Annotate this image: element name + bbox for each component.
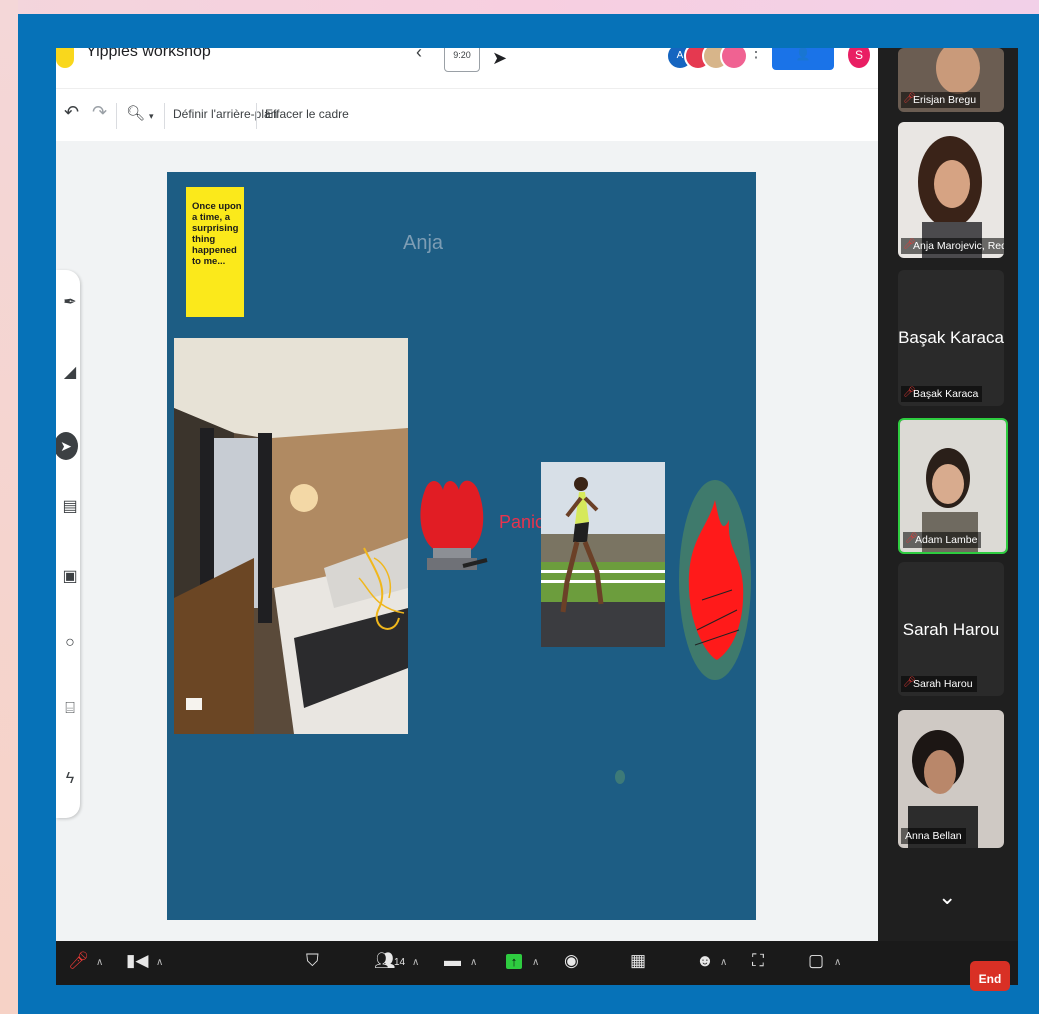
zoom-dropdown-icon[interactable]: ▾: [149, 111, 154, 122]
participant-name: Başak Karaca: [913, 388, 979, 400]
audio-indicator-dot: [615, 770, 625, 784]
meeting-controls-bar: 🎤︎ ∧ ▮◀ ∧ ⛉ 👥︎ 14 ∧ ▬ ∧ ↑ ∧ ◉ ▦ ☻ ∧ ⛶ ▢ …: [56, 941, 1018, 991]
whiteboard-canvas[interactable]: Once upon a time, a surprising thing hap…: [167, 172, 756, 920]
video-camera-icon[interactable]: ▮◀: [126, 951, 148, 971]
app-logo-icon: [56, 48, 74, 68]
chevron-down-icon[interactable]: ⌄: [938, 884, 956, 910]
mouse-cursor-icon: ➤: [492, 48, 508, 68]
toolbar-divider: [256, 103, 257, 129]
participant-name: Adam Lambe: [915, 534, 978, 546]
participant-tile[interactable]: 🎤︎Anja Marojevic, Redial: [898, 122, 1004, 258]
participant-tile[interactable]: Başak Karaca 🎤︎ Başak Karaca: [898, 270, 1004, 406]
participant-name: Anna Bellan: [905, 830, 962, 842]
participant-name-tag: 🎤︎ Adam Lambe: [903, 532, 982, 548]
background-band-left: [0, 0, 18, 1014]
reactions-chevron-icon[interactable]: ∧: [720, 957, 727, 968]
app-header: Yippies workshop ‹ 9:20 ➤ A ⋮ 👤 Partager…: [56, 48, 878, 88]
collaborator-avatar-photo[interactable]: [720, 48, 748, 70]
laser-pointer-icon[interactable]: ϟ: [60, 770, 80, 788]
muted-mic-icon: 🎤︎: [903, 93, 916, 104]
participant-tile-active-speaker[interactable]: 🎤︎ Adam Lambe: [898, 418, 1008, 554]
participant-name-tag: 🎤︎ Erisjan Bregu: [901, 92, 981, 108]
drawing-tools-rail: ✒ ◢ ➤ ▤ ▣ ○ ⌸ ϟ: [56, 270, 80, 818]
runner-photo[interactable]: [541, 462, 665, 647]
participants-chevron-icon[interactable]: ∧: [412, 957, 419, 968]
more-chevron-icon[interactable]: ∧: [834, 957, 841, 968]
muted-mic-icon: 🎤︎: [903, 387, 916, 398]
document-title[interactable]: Yippies workshop: [86, 48, 211, 61]
apps-icon[interactable]: ▦: [630, 951, 646, 971]
security-shield-icon[interactable]: ⛉: [306, 951, 319, 971]
timer-button[interactable]: 9:20: [444, 48, 480, 72]
redo-icon[interactable]: ↷: [92, 102, 107, 123]
sticky-note[interactable]: Once upon a time, a surprising thing hap…: [186, 187, 244, 317]
sticky-note-icon[interactable]: ▤: [60, 496, 80, 516]
participant-tile[interactable]: Anna Bellan: [898, 710, 1004, 848]
chevron-left-icon[interactable]: ‹: [416, 48, 422, 63]
reactions-icon[interactable]: ☻: [696, 951, 714, 971]
mute-mic-icon[interactable]: 🎤︎: [68, 951, 90, 971]
audio-options-chevron-icon[interactable]: ∧: [96, 957, 103, 968]
background-band-top: [0, 0, 1039, 14]
red-drawing[interactable]: [415, 470, 489, 578]
share-screen-icon[interactable]: ↑: [506, 954, 522, 969]
participant-name: Anja Marojevic, Redial: [913, 240, 1004, 252]
toolbar-divider: [164, 103, 165, 129]
fire-drawing[interactable]: [677, 460, 753, 680]
eraser-icon[interactable]: ◢: [60, 362, 80, 382]
share-label: Partager: [779, 71, 827, 85]
text-box-icon[interactable]: ⌸: [60, 700, 80, 718]
zoom-icon[interactable]: 🔍︎: [126, 104, 145, 122]
participant-name-tag: 🎤︎ Sarah Harou: [901, 676, 977, 692]
participant-name-tag: 🎤︎Anja Marojevic, Redial: [901, 238, 1004, 254]
muted-mic-icon: 🎤︎: [903, 677, 916, 688]
collaborator-avatars[interactable]: A: [666, 48, 756, 70]
more-icon[interactable]: ▢: [808, 951, 824, 971]
pen-icon[interactable]: ✒: [60, 292, 80, 312]
user-avatar[interactable]: S: [848, 48, 870, 68]
end-meeting-button[interactable]: End: [970, 961, 1010, 991]
author-name-label: Anja: [403, 232, 444, 254]
participant-panel: 🎤︎Erisjan Bregu 🎤︎Anja Marojevic, Redial…: [878, 48, 1018, 941]
participant-display-name: Sarah Harou: [902, 620, 1000, 639]
video-options-chevron-icon[interactable]: ∧: [156, 957, 163, 968]
more-options-icon[interactable]: ⋮: [748, 48, 764, 62]
participant-display-name: Başak Karaca: [898, 328, 1004, 347]
share-button[interactable]: 👤 Partager: [772, 48, 834, 85]
toolbar-divider: [116, 103, 117, 129]
share-chevron-icon[interactable]: ∧: [532, 957, 539, 968]
chat-chevron-icon[interactable]: ∧: [470, 957, 477, 968]
participant-name-tag: 🎤︎ Başak Karaca: [901, 386, 983, 402]
hotel-room-photo[interactable]: [174, 338, 408, 734]
set-background-button[interactable]: Définir l'arrière-plan: [173, 107, 277, 121]
timer-value: 9:20: [453, 50, 471, 60]
record-icon[interactable]: ◉: [564, 951, 579, 971]
shape-circle-icon[interactable]: ○: [60, 634, 80, 652]
sticky-note-text: Once upon a time, a surprising thing hap…: [192, 201, 242, 267]
image-icon[interactable]: ▣: [60, 566, 80, 586]
muted-mic-icon: 🎤︎: [903, 239, 916, 250]
whiteboard-icon[interactable]: ⛶: [752, 951, 764, 971]
participants-icon[interactable]: 👥︎: [374, 951, 396, 971]
participant-tile[interactable]: Sarah Harou 🎤︎ Sarah Harou: [898, 562, 1004, 696]
chat-icon[interactable]: ▬: [444, 951, 461, 971]
participant-tile[interactable]: 🎤︎ Erisjan Bregu: [898, 48, 1004, 112]
whiteboard-app: Yippies workshop ‹ 9:20 ➤ A ⋮ 👤 Partager…: [56, 48, 878, 941]
frame-toolbar: ↶ ↷ 🔍︎ ▾ Définir l'arrière-plan Effacer …: [56, 88, 878, 141]
clear-frame-button[interactable]: Effacer le cadre: [265, 107, 349, 121]
undo-icon[interactable]: ↶: [64, 102, 79, 123]
muted-mic-icon: 🎤︎: [905, 533, 918, 544]
participant-name: Erisjan Bregu: [913, 94, 977, 106]
participant-count: 14: [394, 957, 406, 968]
participant-name: Sarah Harou: [913, 678, 973, 690]
participant-name-tag: Anna Bellan: [901, 828, 966, 844]
select-pointer-icon[interactable]: ➤: [56, 432, 78, 460]
